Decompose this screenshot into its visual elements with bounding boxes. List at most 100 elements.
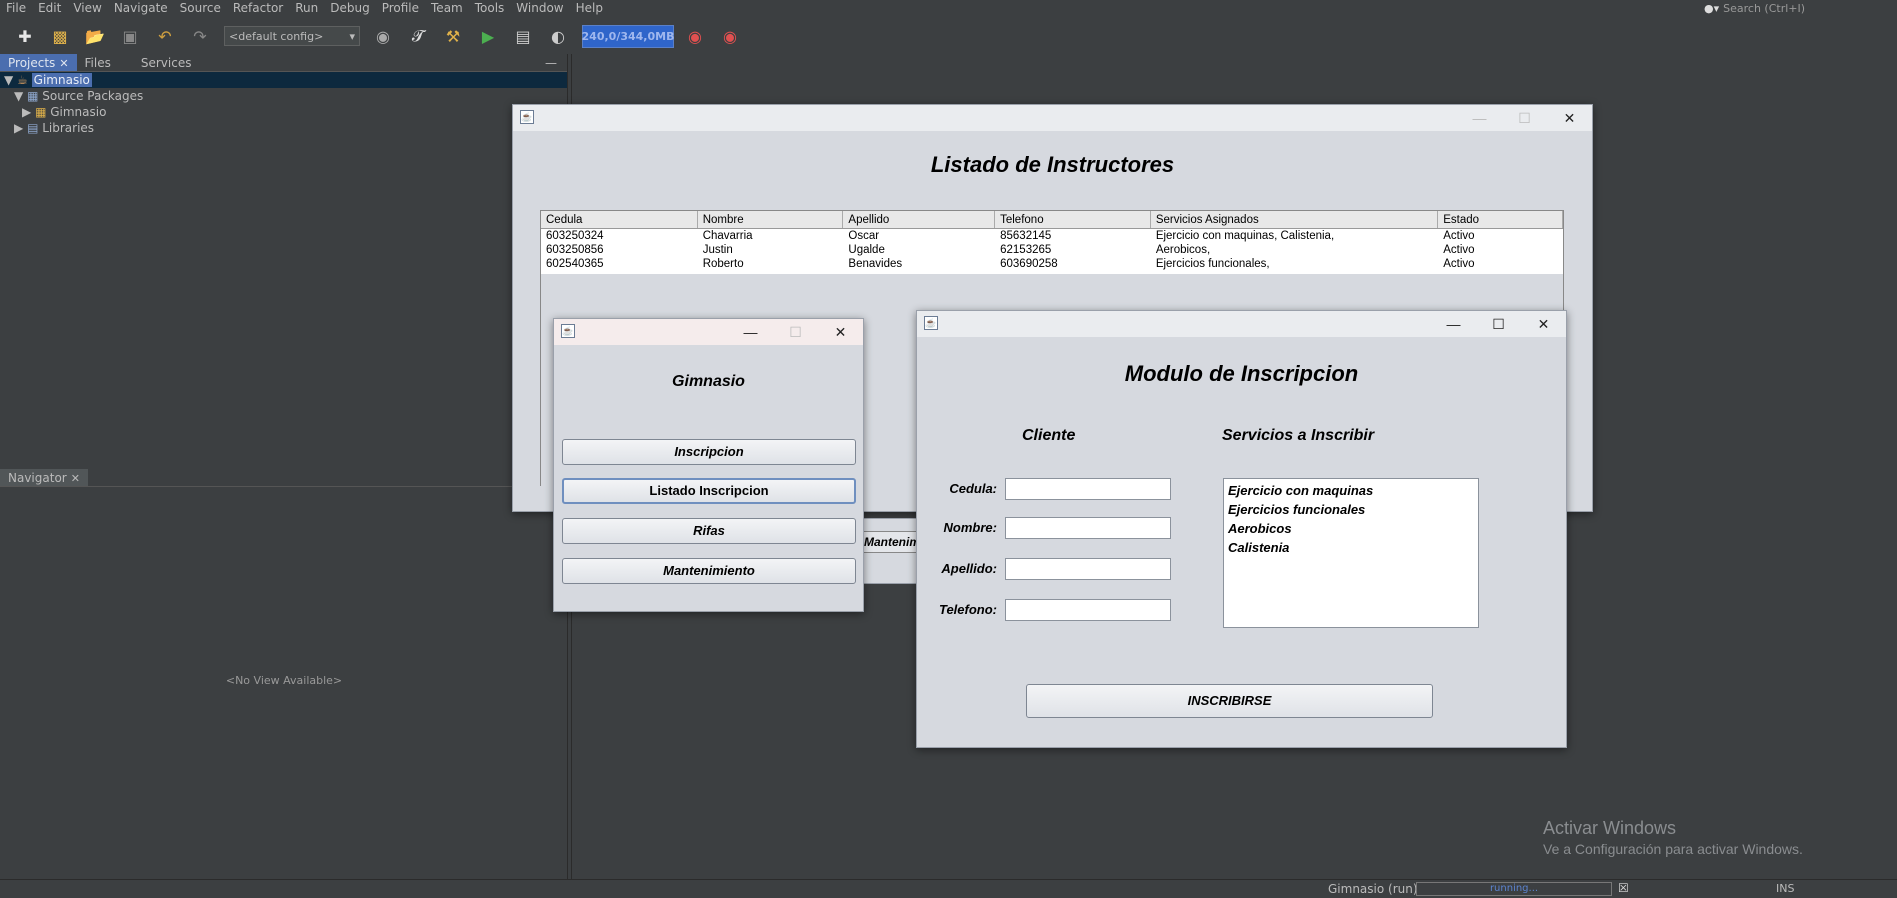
menu-view[interactable]: View xyxy=(67,0,107,17)
list-item[interactable]: Ejercicio con maquinas xyxy=(1228,481,1474,500)
maximize-icon[interactable]: ☐ xyxy=(773,319,818,345)
toolbar: ✚ ▩ 📂 ▣ ↶ ↷ <default config> ▾ ◉ 𝓣 ⚒ ▶ ▤… xyxy=(0,19,1897,53)
column-header[interactable]: Telefono xyxy=(995,211,1151,228)
menu-help[interactable]: Help xyxy=(570,0,609,17)
table-cell: Roberto xyxy=(702,258,744,270)
inscribirse-button[interactable]: INSCRIBIRSE xyxy=(1026,684,1433,718)
window-titlebar[interactable]: ☕ — ☐ ✕ xyxy=(513,105,1592,131)
menu-team[interactable]: Team xyxy=(425,0,469,17)
menu-tools[interactable]: Tools xyxy=(469,0,511,17)
tab-projects[interactable]: Projects ✕ xyxy=(0,54,77,71)
search-box[interactable]: ●▾ Search (Ctrl+I) xyxy=(1700,0,1897,17)
tab-services[interactable]: Services xyxy=(133,54,200,71)
menu-edit[interactable]: Edit xyxy=(32,0,67,17)
collapsed-arrow-icon[interactable]: ▶ xyxy=(22,105,31,119)
table-cell: Oscar xyxy=(848,230,880,242)
list-item[interactable]: Ejercicios funcionales xyxy=(1228,500,1474,519)
table-row[interactable]: 603250324 Chavarria Oscar 85632145 Ejerc… xyxy=(541,229,1563,243)
list-item[interactable]: Aerobicos xyxy=(1228,519,1474,538)
services-list[interactable]: Ejercicio con maquinas Ejercicios funcio… xyxy=(1223,478,1479,628)
menu-refactor[interactable]: Refactor xyxy=(227,0,289,17)
window-titlebar[interactable]: ☕ — ☐ ✕ xyxy=(554,319,863,345)
list-item[interactable]: Calistenia xyxy=(1228,538,1474,557)
maximize-icon[interactable]: ☐ xyxy=(1476,311,1521,337)
menu-profile[interactable]: Profile xyxy=(376,0,425,17)
redo-icon[interactable]: ↷ xyxy=(189,25,211,47)
apellido-field[interactable] xyxy=(1005,558,1171,580)
table-cell: Chavarria xyxy=(702,230,753,242)
no-view-text: <No View Available> xyxy=(225,674,343,687)
column-header[interactable]: Cedula xyxy=(541,211,698,228)
mantenimiento-button[interactable]: Mantenimiento xyxy=(562,558,856,584)
minimize-icon[interactable]: — xyxy=(545,54,557,72)
menu-navigate[interactable]: Navigate xyxy=(108,0,174,17)
menu-debug[interactable]: Debug xyxy=(324,0,375,17)
clean-build-icon[interactable]: ⚒ xyxy=(442,25,464,47)
rifas-button[interactable]: Rifas xyxy=(562,518,856,544)
tree-node-package[interactable]: ▶ ▦ Gimnasio xyxy=(0,104,567,120)
profile-icon[interactable]: ◐ xyxy=(547,25,569,47)
menu-run[interactable]: Run xyxy=(289,0,324,17)
undo-icon[interactable]: ↶ xyxy=(154,25,176,47)
cancel-task-icon[interactable]: ☒ xyxy=(1618,881,1629,895)
menu-file[interactable]: File xyxy=(0,0,32,17)
tab-files[interactable]: Files xyxy=(77,54,119,71)
run-icon[interactable]: ▶ xyxy=(477,25,499,47)
column-header[interactable]: Servicios Asignados xyxy=(1151,211,1439,228)
expanded-arrow-icon[interactable]: ▼ xyxy=(4,73,13,87)
close-icon[interactable]: ✕ xyxy=(1547,105,1592,131)
nombre-field[interactable] xyxy=(1005,517,1171,539)
source-packages-icon: ▦ xyxy=(27,89,39,103)
progress-bar[interactable]: running... xyxy=(1416,882,1612,896)
close-icon[interactable]: ✕ xyxy=(71,472,80,485)
new-project-icon[interactable]: ▩ xyxy=(49,25,71,47)
maximize-icon[interactable]: ☐ xyxy=(1502,105,1547,131)
debug-icon[interactable]: ▤ xyxy=(512,25,534,47)
servicios-heading: Servicios a Inscribir xyxy=(1222,427,1375,444)
cedula-field[interactable] xyxy=(1005,478,1171,500)
open-project-icon[interactable]: 📂 xyxy=(84,25,106,47)
menu-source[interactable]: Source xyxy=(174,0,227,17)
minimize-icon[interactable]: — xyxy=(1431,311,1476,337)
minimize-icon[interactable]: — xyxy=(728,319,773,345)
table-cell: Benavides xyxy=(848,258,903,270)
column-header[interactable]: Apellido xyxy=(843,211,996,228)
menu-window[interactable]: Window xyxy=(510,0,569,17)
column-header[interactable]: Nombre xyxy=(698,211,844,228)
page-title: Modulo de Inscripcion xyxy=(1124,361,1359,386)
gc-icon[interactable]: ◉ xyxy=(684,25,706,47)
new-file-icon[interactable]: ✚ xyxy=(14,25,36,47)
memory-indicator[interactable]: 240,0/344,0MB xyxy=(582,24,674,48)
search-icon: ●▾ xyxy=(1704,2,1720,15)
gimnasio-menu-window: ☕ — ☐ ✕ Gimnasio Inscripcion Listado Ins… xyxy=(553,318,864,612)
inscripcion-window: ☕ — ☐ ✕ Modulo de Inscripcion Cliente Se… xyxy=(916,310,1567,748)
config-select[interactable]: <default config> ▾ xyxy=(224,26,360,46)
libraries-icon: ▤ xyxy=(27,121,39,135)
tab-navigator[interactable]: Navigator ✕ xyxy=(0,469,88,486)
table-row[interactable]: 602540365 Roberto Benavides 603690258 Ej… xyxy=(541,257,1563,271)
expanded-arrow-icon[interactable]: ▼ xyxy=(14,89,23,103)
collapsed-arrow-icon[interactable]: ▶ xyxy=(14,121,23,135)
build-hammer-icon[interactable]: 𝓣 xyxy=(407,25,429,47)
telefono-label: Telefono: xyxy=(938,602,997,617)
tree-node-project[interactable]: ▼ ☕ Gimnasio xyxy=(0,72,567,88)
tree-node-label: Libraries xyxy=(42,121,95,135)
table-row[interactable]: 603250856 Justin Ugalde 62153265 Aerobic… xyxy=(541,243,1563,257)
tree-node-source-packages[interactable]: ▼ ▦ Source Packages xyxy=(0,88,567,104)
tree-node-libraries[interactable]: ▶ ▤ Libraries xyxy=(0,120,567,136)
inscripcion-button[interactable]: Inscripcion xyxy=(562,439,856,465)
close-icon[interactable]: ✕ xyxy=(818,319,863,345)
telefono-field[interactable] xyxy=(1005,599,1171,621)
save-all-icon[interactable]: ▣ xyxy=(119,25,141,47)
listado-inscripcion-button[interactable]: Listado Inscripcion xyxy=(562,478,856,504)
gc-profile-icon[interactable]: ◉ xyxy=(719,25,741,47)
search-input[interactable]: Search (Ctrl+I) xyxy=(1723,2,1805,15)
column-header[interactable]: Estado xyxy=(1438,211,1563,228)
table-cell: 603250856 xyxy=(546,244,604,256)
globe-icon[interactable]: ◉ xyxy=(372,25,394,47)
java-icon: ☕ xyxy=(561,324,575,338)
close-icon[interactable]: ✕ xyxy=(1521,311,1566,337)
close-icon[interactable]: ✕ xyxy=(59,57,68,70)
window-titlebar[interactable]: ☕ — ☐ ✕ xyxy=(917,311,1566,337)
minimize-icon[interactable]: — xyxy=(1457,105,1502,131)
